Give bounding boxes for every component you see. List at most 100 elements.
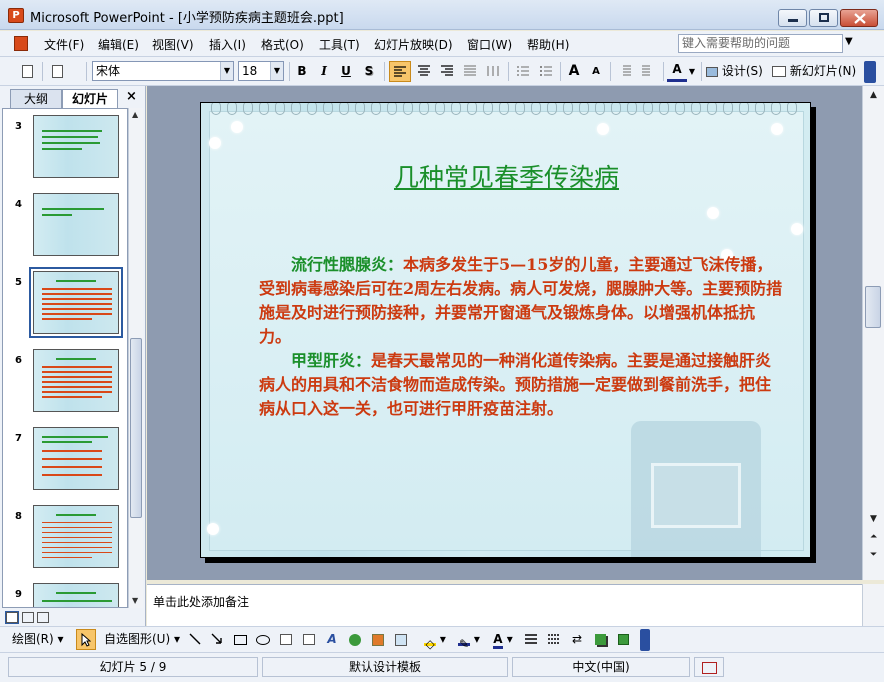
increase-font-button[interactable]: A bbox=[564, 61, 584, 82]
3d-style-button[interactable] bbox=[614, 629, 632, 650]
draw-menu-button[interactable]: 绘图(R) ▾ bbox=[12, 629, 72, 650]
new-slide-label: 新幻灯片(N) bbox=[789, 64, 857, 78]
close-pane-icon[interactable]: × bbox=[126, 89, 137, 104]
font-color-draw-button[interactable]: A ▾ bbox=[488, 629, 518, 650]
view-switcher bbox=[5, 610, 49, 624]
slide-sorter-icon[interactable] bbox=[21, 611, 34, 623]
toolbar-options-icon[interactable] bbox=[640, 629, 650, 651]
current-slide[interactable]: 几种常见春季传染病 流行性腮腺炎：本病多发生于5—15岁的儿童，主要通过飞沫传播… bbox=[200, 102, 811, 558]
align-right-button[interactable] bbox=[436, 61, 458, 82]
align-center-button[interactable] bbox=[413, 61, 435, 82]
menu-help[interactable]: 帮助(H) bbox=[527, 36, 569, 53]
select-objects-button[interactable] bbox=[76, 629, 96, 650]
chevron-down-icon[interactable]: ▼ bbox=[688, 61, 696, 82]
scrollbar-thumb[interactable] bbox=[130, 338, 142, 518]
clipart-button[interactable] bbox=[369, 629, 387, 650]
slide-thumbnail-8[interactable] bbox=[33, 505, 119, 568]
slide-thumbnail-4[interactable] bbox=[33, 193, 119, 256]
paragraph-mumps: 流行性腮腺炎：本病多发生于5—15岁的儿童，主要通过飞沫传播，受到病毒感染后可在… bbox=[259, 253, 784, 349]
slide-thumbnail-7[interactable] bbox=[33, 427, 119, 490]
previous-slide-icon[interactable]: ⏶ bbox=[870, 532, 877, 542]
scrollbar-thumb[interactable] bbox=[865, 286, 881, 328]
flower-decoration bbox=[209, 137, 221, 149]
menu-file[interactable]: 文件(F) bbox=[44, 36, 84, 53]
powerpoint-app-icon[interactable]: P bbox=[8, 8, 24, 23]
bold-button[interactable]: B bbox=[293, 61, 311, 82]
slideshow-icon[interactable] bbox=[37, 611, 49, 623]
fill-color-button[interactable]: ◇ ▾ bbox=[420, 629, 450, 651]
close-window-button[interactable] bbox=[840, 9, 878, 27]
copy-icon[interactable] bbox=[52, 65, 63, 78]
shadow-button[interactable]: S bbox=[360, 61, 378, 82]
scroll-down-icon[interactable]: ▼ bbox=[132, 596, 138, 605]
chevron-down-icon[interactable]: ▼ bbox=[220, 62, 233, 80]
slide-thumbnail-9[interactable] bbox=[33, 583, 119, 607]
autoshapes-button[interactable]: 自选图形(U) ▾ bbox=[104, 629, 184, 650]
shadow-style-button[interactable] bbox=[591, 629, 609, 650]
tab-outline[interactable]: 大纲 bbox=[10, 89, 62, 108]
menu-slideshow[interactable]: 幻灯片放映(D) bbox=[374, 36, 453, 53]
bullets-button[interactable] bbox=[535, 61, 557, 82]
menu-window[interactable]: 窗口(W) bbox=[467, 36, 512, 53]
notes-pane[interactable]: 单击此处添加备注 bbox=[147, 584, 862, 626]
language-indicator[interactable]: 中文(中国) bbox=[512, 657, 690, 677]
font-size-combo[interactable]: 18 ▼ bbox=[238, 61, 284, 81]
scroll-up-icon[interactable]: ▲ bbox=[132, 110, 138, 119]
menu-insert[interactable]: 插入(I) bbox=[209, 36, 246, 53]
wordart-button[interactable]: A bbox=[323, 629, 341, 650]
diagram-button[interactable] bbox=[346, 629, 364, 650]
chevron-down-icon[interactable]: ▼ bbox=[845, 36, 853, 47]
increase-indent-icon bbox=[642, 65, 650, 76]
numbering-button[interactable] bbox=[512, 61, 534, 82]
slide-body-text[interactable]: 流行性腮腺炎：本病多发生于5—15岁的儿童，主要通过飞沫传播，受到病毒感染后可在… bbox=[259, 253, 784, 421]
insert-picture-button[interactable] bbox=[392, 629, 410, 650]
textbox-tool-button[interactable] bbox=[277, 629, 295, 650]
scroll-down-icon[interactable]: ▼ bbox=[870, 514, 877, 524]
decrease-font-button[interactable]: A bbox=[587, 61, 605, 82]
menu-format[interactable]: 格式(O) bbox=[261, 36, 304, 53]
notes-scrollbar[interactable] bbox=[862, 584, 884, 626]
slide-scrollbar[interactable]: ▲ ▼ ⏶ ⏷ bbox=[862, 86, 884, 580]
menu-tools[interactable]: 工具(T) bbox=[319, 36, 360, 53]
next-slide-icon[interactable]: ⏷ bbox=[870, 550, 877, 560]
menu-edit[interactable]: 编辑(E) bbox=[98, 36, 139, 53]
dash-style-button[interactable] bbox=[545, 629, 563, 650]
decrease-indent-button[interactable] bbox=[614, 61, 636, 82]
justify-button[interactable] bbox=[459, 61, 481, 82]
new-slide-button[interactable]: 新幻灯片(N) bbox=[772, 61, 860, 82]
design-template-name[interactable]: 默认设计模板 bbox=[262, 657, 508, 677]
minimize-button[interactable] bbox=[778, 9, 807, 27]
help-search-input[interactable]: 键入需要帮助的问题 bbox=[678, 34, 843, 53]
menu-doc-icon[interactable] bbox=[14, 36, 28, 51]
increase-indent-button[interactable] bbox=[637, 61, 659, 82]
line-color-button[interactable]: ✎ ▾ bbox=[454, 629, 484, 651]
rectangle-tool-button[interactable] bbox=[231, 629, 249, 650]
tab-slides[interactable]: 幻灯片 bbox=[62, 89, 118, 108]
slide-thumbnail-6[interactable] bbox=[33, 349, 119, 412]
toolbar-options-icon[interactable] bbox=[864, 61, 876, 83]
font-color-button[interactable]: A bbox=[667, 61, 687, 82]
chevron-down-icon[interactable]: ▼ bbox=[270, 62, 283, 80]
scroll-up-icon[interactable]: ▲ bbox=[870, 90, 877, 100]
oval-tool-button[interactable] bbox=[254, 629, 272, 650]
align-left-button[interactable] bbox=[389, 61, 411, 82]
line-style-button[interactable] bbox=[522, 629, 540, 650]
spelling-status-button[interactable] bbox=[694, 657, 724, 677]
slide-title[interactable]: 几种常见春季传染病 bbox=[201, 158, 810, 194]
thumbnail-scrollbar[interactable]: ▲ ▼ bbox=[128, 108, 143, 608]
italic-button[interactable]: I bbox=[315, 61, 333, 82]
font-name-combo[interactable]: 宋体 ▼ bbox=[92, 61, 234, 81]
distributed-button[interactable] bbox=[482, 61, 504, 82]
normal-view-icon[interactable] bbox=[5, 610, 19, 624]
slide-thumbnail-3[interactable] bbox=[33, 115, 119, 178]
arrow-style-button[interactable]: ⇄ bbox=[568, 629, 586, 650]
slide-thumbnail-5[interactable] bbox=[29, 267, 123, 338]
design-button[interactable]: 设计(S) bbox=[706, 61, 770, 82]
new-document-icon[interactable] bbox=[22, 65, 33, 78]
underline-button[interactable]: U bbox=[337, 61, 355, 82]
arrow-tool-button[interactable] bbox=[208, 629, 226, 650]
vertical-textbox-button[interactable] bbox=[300, 629, 318, 650]
line-tool-button[interactable] bbox=[186, 629, 204, 650]
menu-view[interactable]: 视图(V) bbox=[152, 36, 194, 53]
maximize-button[interactable] bbox=[809, 9, 838, 27]
